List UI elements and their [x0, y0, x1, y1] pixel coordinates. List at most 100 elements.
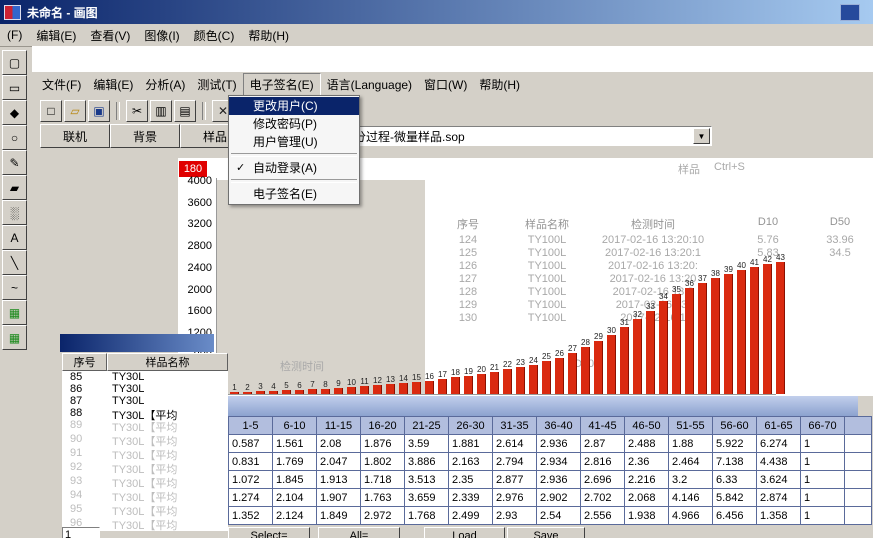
grid-cell: 1 — [801, 489, 845, 507]
bar-rect — [711, 278, 720, 394]
menu-item-user-management[interactable]: 用户管理(U) — [229, 133, 359, 151]
app-menu-edit[interactable]: 编辑(E) — [87, 74, 139, 95]
bar-label: 9 — [336, 379, 340, 388]
bar-item: 20 — [475, 365, 488, 394]
bar-label: 15 — [412, 373, 421, 382]
grid-cell: 2.972 — [361, 507, 405, 525]
save-button[interactable]: Save — [507, 527, 585, 538]
bar-item: 18 — [449, 368, 462, 394]
paint-menu-colors[interactable]: 颜色(C) — [187, 27, 242, 44]
count-input[interactable] — [62, 527, 100, 538]
sample-row[interactable]: 88TY30L【平均 — [62, 407, 228, 419]
grid-column-header: 21-25 — [405, 417, 449, 435]
paint-menu-edit[interactable]: 编辑(E) — [29, 27, 83, 44]
app-menu-test[interactable]: 测试(T) — [191, 74, 242, 95]
new-file-button[interactable]: □ — [40, 100, 62, 122]
bar-item: 42 — [761, 255, 774, 394]
grid-cell: 1 — [801, 471, 845, 489]
sample-row[interactable]: 87TY30L — [62, 395, 228, 407]
rect-select-tool-button[interactable]: ▢ — [2, 50, 27, 75]
background-button[interactable]: 背景 — [110, 124, 180, 148]
grid-cell: 2.047 — [317, 453, 361, 471]
paint-menu-help[interactable]: 帮助(H) — [241, 27, 296, 44]
grid-cell: 2.488 — [625, 435, 669, 453]
bg-cell: 33.96 — [812, 234, 868, 246]
app-menu-language[interactable]: 语言(Language) — [321, 74, 418, 95]
brush-tool-button[interactable]: ▰ — [2, 175, 27, 200]
airbrush-tool-button[interactable]: ░ — [2, 200, 27, 225]
green-table-tool-button[interactable]: ▦ — [2, 325, 27, 350]
grid-column-header: 31-35 — [493, 417, 537, 435]
paste-button[interactable]: ▤ — [174, 100, 196, 122]
save-file-button[interactable]: ▣ — [88, 100, 110, 122]
distribution-grid: 1-56-1011-1516-2021-2526-3031-3536-4041-… — [228, 416, 872, 525]
paint-menu-view[interactable]: 查看(V) — [83, 27, 137, 44]
titlebar-button-fragment[interactable] — [840, 4, 860, 21]
sample-index: 85 — [70, 371, 82, 383]
y-axis-tick: 2800 — [178, 240, 212, 252]
bar-label: 6 — [297, 381, 301, 390]
all-button[interactable]: All= — [318, 527, 400, 538]
sop-combobox[interactable]: 分过程-微量样品.sop ▼ — [348, 126, 712, 146]
app-menu-file[interactable]: 文件(F) — [36, 74, 87, 95]
open-file-button[interactable]: ▱ — [64, 100, 86, 122]
grid-cell: 2.104 — [273, 489, 317, 507]
magnifier-tool-button[interactable]: ○ — [2, 125, 27, 150]
grid-column-header: 26-30 — [449, 417, 493, 435]
app-menu-esignature[interactable]: 电子签名(E) — [243, 73, 321, 96]
load-button[interactable]: Load — [424, 527, 505, 538]
grid-column-header: 6-10 — [273, 417, 317, 435]
fill-tool-button[interactable]: ◆ — [2, 100, 27, 125]
bar-label: 14 — [399, 374, 408, 383]
sample-col-header-index[interactable]: 序号 — [62, 353, 107, 371]
chevron-down-icon[interactable]: ▼ — [693, 128, 710, 144]
bar-item: 31 — [618, 318, 631, 394]
sample-row[interactable]: 86TY30L — [62, 383, 228, 395]
grid-cell: 2.216 — [625, 471, 669, 489]
y-axis-tick: 2400 — [178, 262, 212, 274]
menu-item-change-password[interactable]: 修改密码(P) — [229, 115, 359, 133]
menu-item-auto-login[interactable]: ✓自动登录(A) — [229, 159, 359, 177]
cut-button[interactable]: ✂ — [126, 100, 148, 122]
grid-column-header-empty — [845, 417, 872, 435]
menu-item-e-signature[interactable]: 电子签名(E) — [229, 185, 359, 203]
bar-item: 30 — [605, 326, 618, 394]
bar-rect — [633, 319, 642, 394]
copy-button[interactable]: ▥ — [150, 100, 172, 122]
sample-window-titlebar[interactable] — [60, 334, 214, 352]
screen: 未命名 - 画图 (F) 编辑(E) 查看(V) 图像(I) 颜色(C) 帮助(… — [0, 0, 873, 538]
bar-rect — [776, 262, 785, 394]
app-menu-window[interactable]: 窗口(W) — [418, 74, 473, 95]
green-grid-tool-button[interactable]: ▦ — [2, 300, 27, 325]
sample-row[interactable]: 85TY30L — [62, 371, 228, 383]
curve-tool-button[interactable]: ~ — [2, 275, 27, 300]
app-menu-analyze[interactable]: 分析(A) — [139, 74, 191, 95]
app-menu-help[interactable]: 帮助(H) — [473, 74, 526, 95]
delete-icon: ✕ — [218, 104, 228, 118]
pencil-tool-button[interactable]: ✎ — [2, 150, 27, 175]
online-button[interactable]: 联机 — [40, 124, 110, 148]
grid-row: 0.5871.5612.081.8763.591.8812.6142.9362.… — [229, 435, 872, 453]
bar-item: 27 — [566, 344, 579, 394]
paint-menu-image[interactable]: 图像(I) — [137, 27, 186, 44]
line-tool-button[interactable]: ╲ — [2, 250, 27, 275]
bar-rect — [698, 283, 707, 394]
grid-column-header: 66-70 — [801, 417, 845, 435]
grid-column-header: 41-45 — [581, 417, 625, 435]
app-menubar: 文件(F) 编辑(E) 分析(A) 测试(T) 电子签名(E) 语言(Langu… — [36, 74, 856, 95]
grid-cell: 2.934 — [537, 453, 581, 471]
bar-item: 26 — [553, 349, 566, 394]
paint-menu-file-fragment[interactable]: (F) — [0, 28, 29, 42]
menu-item-change-user[interactable]: 更改用户(C) — [229, 97, 359, 115]
select-button[interactable]: Select= — [228, 527, 310, 538]
bar-item: 10 — [345, 378, 358, 394]
text-tool-button[interactable]: A — [2, 225, 27, 250]
bar-item: 15 — [410, 373, 423, 394]
sample-col-header-name[interactable]: 样品名称 — [107, 353, 228, 371]
eraser-tool-button[interactable]: ▭ — [2, 75, 27, 100]
checkmark-icon: ✓ — [236, 159, 245, 177]
grid-cell: 1.718 — [361, 471, 405, 489]
grid-cell: 2.976 — [493, 489, 537, 507]
bar-rect — [672, 294, 681, 394]
paint-titlebar[interactable]: 未命名 - 画图 — [0, 0, 873, 24]
